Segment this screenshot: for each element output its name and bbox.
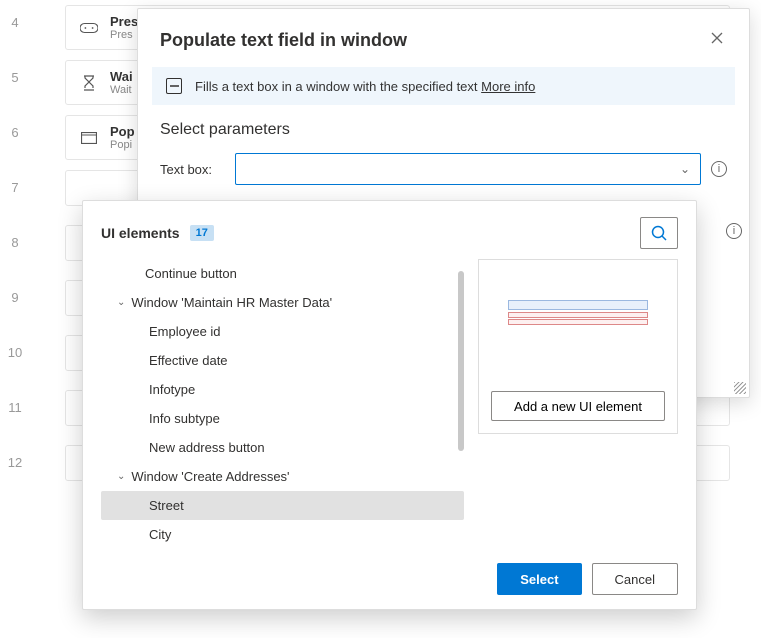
scrollbar[interactable]	[458, 271, 464, 451]
chevron-down-icon: ⌄	[117, 297, 125, 308]
tree-item-info-subtype[interactable]: Info subtype	[101, 404, 464, 433]
step-num-9: 9	[0, 280, 30, 305]
textbox-select[interactable]: ⌄	[235, 153, 701, 185]
add-ui-element-button[interactable]: Add a new UI element	[491, 391, 665, 421]
cancel-button[interactable]: Cancel	[592, 563, 678, 595]
tree-item-employee-id[interactable]: Employee id	[101, 317, 464, 346]
chevron-down-icon: ⌄	[117, 471, 125, 482]
step-num-10: 10	[0, 335, 30, 360]
more-info-link[interactable]: More info	[481, 79, 535, 94]
keyboard-icon	[80, 19, 98, 37]
tree-item-infotype[interactable]: Infotype	[101, 375, 464, 404]
hourglass-icon	[80, 74, 98, 92]
dialog-title: Populate text field in window	[160, 30, 407, 51]
window-icon	[80, 129, 98, 147]
step-num-6: 6	[0, 115, 30, 140]
step-num-4: 4	[0, 5, 30, 30]
step-num-11: 11	[0, 390, 30, 415]
close-button[interactable]	[707, 27, 727, 53]
tree-item-continue[interactable]: Continue button	[101, 259, 464, 288]
info-icon[interactable]: i	[711, 161, 727, 177]
tree-item-effective-date[interactable]: Effective date	[101, 346, 464, 375]
tree-item-city[interactable]: City	[101, 520, 464, 549]
tree-item-new-address[interactable]: New address button	[101, 433, 464, 462]
resize-handle[interactable]	[734, 382, 746, 394]
search-button[interactable]	[640, 217, 678, 249]
search-icon	[651, 225, 668, 242]
tree-group-create-addresses[interactable]: ⌄Window 'Create Addresses'	[101, 462, 464, 491]
textbox-icon	[166, 78, 182, 94]
tree-group-maintain-hr[interactable]: ⌄Window 'Maintain HR Master Data'	[101, 288, 464, 317]
element-count-badge: 17	[190, 225, 214, 241]
info-banner: Fills a text box in a window with the sp…	[152, 67, 735, 105]
ui-elements-picker: UI elements 17 Continue button ⌄Window '…	[82, 200, 697, 610]
info-icon[interactable]: i	[726, 223, 742, 239]
picker-title: UI elements	[101, 225, 180, 241]
step-num-5: 5	[0, 60, 30, 85]
tree-item-street[interactable]: Street	[101, 491, 464, 520]
select-parameters-heading: Select parameters	[138, 121, 749, 153]
element-tree: Continue button ⌄Window 'Maintain HR Mas…	[101, 259, 464, 549]
preview-thumbnail	[503, 272, 653, 332]
element-preview: Add a new UI element	[478, 259, 678, 434]
textbox-label: Text box:	[160, 162, 225, 177]
chevron-down-icon: ⌄	[680, 162, 690, 176]
step-num-8: 8	[0, 225, 30, 250]
step-num-7: 7	[0, 170, 30, 195]
select-button[interactable]: Select	[497, 563, 581, 595]
step-num-12: 12	[0, 445, 30, 470]
